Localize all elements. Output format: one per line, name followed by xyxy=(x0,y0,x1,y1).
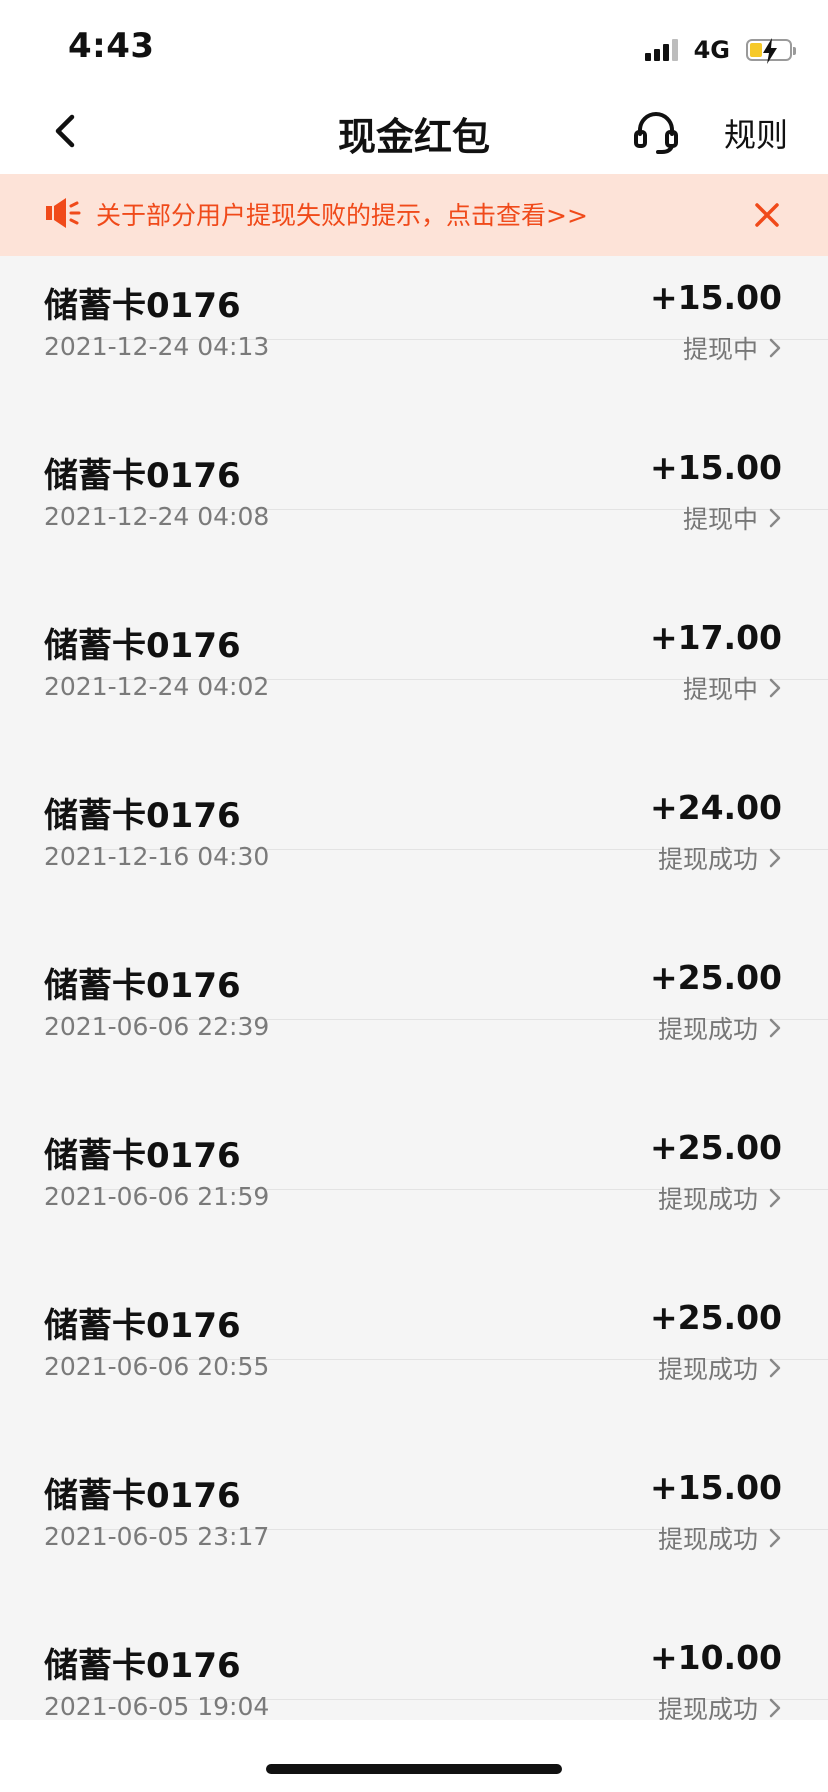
notice-text[interactable]: 关于部分用户提现失败的提示，点击查看>> xyxy=(96,196,588,232)
status-bar: 4:43 4G xyxy=(0,0,828,88)
record-status: 提现成功 xyxy=(658,1690,782,1720)
signal-bars-icon xyxy=(644,39,678,61)
record-amount: +15.00 xyxy=(649,1468,782,1507)
battery-charging-icon xyxy=(746,38,796,64)
home-indicator-area xyxy=(0,1720,828,1792)
record-title: 储蓄卡0176 xyxy=(44,286,241,326)
list-item[interactable]: 储蓄卡0176 2021-12-24 04:13 +15.00 提现中 xyxy=(44,256,828,364)
list-item[interactable]: 储蓄卡0176 2021-06-05 23:17 +15.00 提现成功 xyxy=(44,1360,828,1554)
record-status-text: 提现成功 xyxy=(657,1695,758,1720)
headset-icon xyxy=(634,112,678,154)
record-title: 储蓄卡0176 xyxy=(44,1306,241,1346)
customer-service-button[interactable] xyxy=(632,108,680,156)
record-amount: +17.00 xyxy=(649,618,782,657)
megaphone-icon xyxy=(46,198,81,228)
list-item[interactable]: 储蓄卡0176 2021-12-24 04:02 +17.00 提现中 xyxy=(44,510,828,704)
record-amount: +25.00 xyxy=(649,958,782,997)
record-date: 2021-06-05 19:04 xyxy=(44,1692,270,1720)
record-amount: +24.00 xyxy=(649,788,782,827)
list-item[interactable]: 储蓄卡0176 2021-06-06 21:59 +25.00 提现成功 xyxy=(44,1020,828,1214)
withdrawal-list-content: 储蓄卡0176 2021-12-24 04:13 +15.00 提现中 储蓄卡0… xyxy=(0,256,828,1720)
list-item[interactable]: 储蓄卡0176 2021-06-06 22:39 +25.00 提现成功 xyxy=(44,850,828,1044)
record-title: 储蓄卡0176 xyxy=(44,796,241,836)
chevron-right-icon xyxy=(769,1698,781,1718)
page-title: 现金红包 xyxy=(337,115,490,159)
record-amount: +25.00 xyxy=(649,1298,782,1337)
nav-bar: 现金红包 规则 xyxy=(0,88,828,174)
record-title: 储蓄卡0176 xyxy=(44,966,241,1006)
rules-button[interactable]: 规则 xyxy=(724,110,788,156)
record-title: 储蓄卡0176 xyxy=(44,1476,241,1516)
list-item[interactable]: 储蓄卡0176 2021-12-16 04:30 +24.00 提现成功 xyxy=(44,680,828,874)
status-indicators: 4G xyxy=(644,36,796,64)
record-title: 储蓄卡0176 xyxy=(44,456,241,496)
list-item[interactable]: 储蓄卡0176 2021-06-05 19:04 +10.00 提现成功 xyxy=(44,1530,828,1720)
withdrawal-list[interactable]: 储蓄卡0176 2021-12-24 04:13 +15.00 提现中 储蓄卡0… xyxy=(0,256,828,1720)
home-indicator[interactable] xyxy=(266,1764,562,1774)
network-type: 4G xyxy=(693,36,730,64)
record-amount: +15.00 xyxy=(649,448,782,487)
list-item[interactable]: 储蓄卡0176 2021-06-06 20:55 +25.00 提现成功 xyxy=(44,1190,828,1384)
list-item[interactable]: 储蓄卡0176 2021-12-24 04:08 +15.00 提现中 xyxy=(44,340,828,534)
record-title: 储蓄卡0176 xyxy=(44,1136,241,1176)
record-title: 储蓄卡0176 xyxy=(44,1646,241,1686)
close-icon[interactable] xyxy=(750,198,784,232)
record-title: 储蓄卡0176 xyxy=(44,626,241,666)
record-amount: +15.00 xyxy=(649,278,782,317)
record-amount: +25.00 xyxy=(649,1128,782,1167)
status-time: 4:43 xyxy=(68,26,155,66)
record-amount: +10.00 xyxy=(649,1638,782,1677)
notice-banner[interactable]: 关于部分用户提现失败的提示，点击查看>> xyxy=(0,174,828,256)
